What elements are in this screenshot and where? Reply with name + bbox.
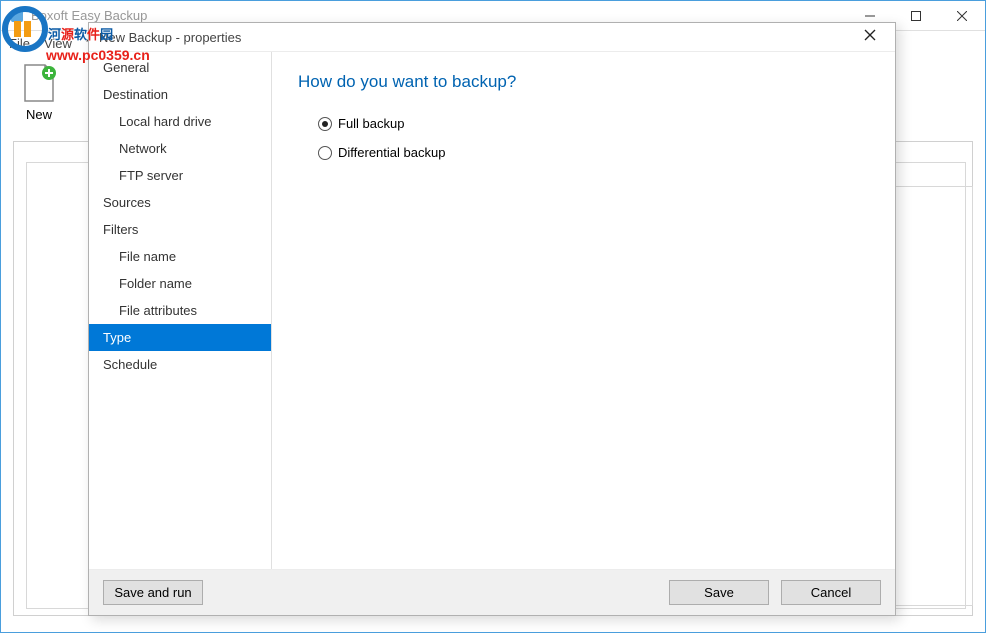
dialog-body: GeneralDestinationLocal hard driveNetwor… (89, 51, 895, 570)
save-and-run-button[interactable]: Save and run (103, 580, 203, 605)
nav-item-ftp-server[interactable]: FTP server (89, 162, 271, 189)
radio-full-backup[interactable]: Full backup (298, 116, 869, 131)
right-panel (883, 186, 973, 606)
radio-differential-backup[interactable]: Differential backup (298, 145, 869, 160)
dialog-titlebar: New Backup - properties (89, 23, 895, 51)
new-document-icon (21, 63, 57, 103)
radio-differential-backup-label: Differential backup (338, 145, 445, 160)
dialog-footer: Save and run Save Cancel (89, 570, 895, 615)
nav-item-network[interactable]: Network (89, 135, 271, 162)
save-button[interactable]: Save (669, 580, 769, 605)
nav-item-destination[interactable]: Destination (89, 81, 271, 108)
nav-item-schedule[interactable]: Schedule (89, 351, 271, 378)
app-icon (9, 8, 25, 24)
nav-item-file-attributes[interactable]: File attributes (89, 297, 271, 324)
dialog-content: How do you want to backup? Full backup D… (272, 52, 895, 569)
nav-item-local-hard-drive[interactable]: Local hard drive (89, 108, 271, 135)
nav-item-folder-name[interactable]: Folder name (89, 270, 271, 297)
new-button[interactable]: New (13, 63, 65, 122)
nav-item-sources[interactable]: Sources (89, 189, 271, 216)
nav-item-file-name[interactable]: File name (89, 243, 271, 270)
nav-item-filters[interactable]: Filters (89, 216, 271, 243)
menu-view[interactable]: View (44, 36, 72, 51)
content-heading: How do you want to backup? (298, 72, 869, 92)
radio-icon (318, 117, 332, 131)
window-title: Boxoft Easy Backup (31, 8, 847, 23)
cancel-button[interactable]: Cancel (781, 580, 881, 605)
close-button[interactable] (939, 1, 985, 30)
radio-full-backup-label: Full backup (338, 116, 404, 131)
radio-icon (318, 146, 332, 160)
dialog-close-button[interactable] (855, 28, 885, 46)
dialog-title: New Backup - properties (99, 30, 855, 45)
menu-file[interactable]: File (9, 36, 30, 51)
maximize-button[interactable] (893, 1, 939, 30)
dialog-sidebar: GeneralDestinationLocal hard driveNetwor… (89, 52, 272, 569)
properties-dialog: New Backup - properties GeneralDestinati… (88, 22, 896, 616)
nav-item-general[interactable]: General (89, 54, 271, 81)
new-button-label: New (13, 107, 65, 122)
nav-item-type[interactable]: Type (89, 324, 271, 351)
